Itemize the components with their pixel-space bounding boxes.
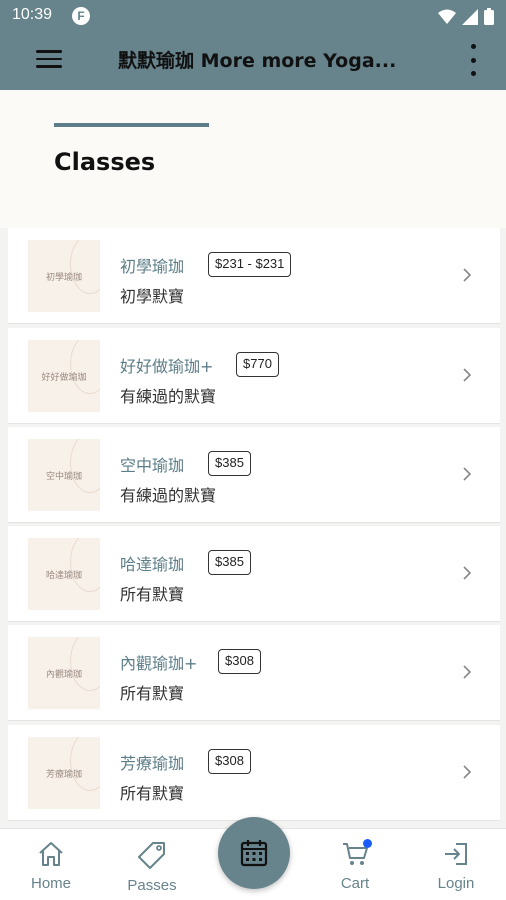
- thumbnail-label: 空中瑜珈: [45, 472, 82, 482]
- nav-cart-label: Cart: [340, 875, 370, 892]
- class-name: 好好做瑜珈+: [120, 357, 214, 376]
- price-badge: $770: [236, 352, 279, 377]
- class-thumbnail: 內觀瑜珈: [28, 637, 100, 709]
- nav-cart[interactable]: Cart: [315, 839, 395, 892]
- class-list-item[interactable]: 空中瑜珈 空中瑜珈 $385 有練過的默寶: [8, 427, 500, 523]
- chevron-right-icon: [463, 566, 472, 580]
- login-icon: [445, 843, 467, 865]
- chevron-right-icon: [463, 268, 472, 282]
- class-list-item[interactable]: 內觀瑜珈 內觀瑜珈+ $308 所有默寶: [8, 625, 500, 721]
- class-thumbnail: 芳療瑜珈: [28, 737, 100, 809]
- chevron-right-icon: [463, 765, 472, 779]
- class-thumbnail: 哈達瑜珈: [28, 538, 100, 610]
- nav-passes[interactable]: Passes: [112, 841, 192, 894]
- battery-icon: [484, 8, 494, 25]
- notification-app-icon: F: [72, 7, 90, 25]
- class-audience: 所有默寶: [120, 684, 185, 703]
- hamburger-icon[interactable]: [36, 46, 62, 72]
- class-audience: 初學默寶: [120, 287, 185, 306]
- chevron-right-icon: [463, 368, 472, 382]
- class-list-item[interactable]: 初學瑜珈 初學瑜珈 $231 - $231 初學默寶: [8, 228, 500, 324]
- class-list-item[interactable]: 哈達瑜珈 哈達瑜珈 $385 所有默寶: [8, 526, 500, 622]
- more-vertical-icon[interactable]: [468, 44, 478, 76]
- price-badge: $231 - $231: [208, 252, 292, 277]
- nav-passes-label: Passes: [127, 877, 177, 894]
- price-badge: $385: [208, 451, 251, 476]
- cart-badge-dot: [363, 839, 372, 848]
- class-list-item[interactable]: 芳療瑜珈 芳療瑜珈 $308 所有默寶: [8, 725, 500, 821]
- thumbnail-label: 好好做瑜珈: [41, 373, 87, 383]
- wifi-icon: [438, 9, 456, 24]
- status-icons: [438, 8, 494, 25]
- nav-login[interactable]: Login: [416, 841, 496, 892]
- calendar-icon: [240, 840, 268, 867]
- class-name: 哈達瑜珈: [120, 555, 185, 574]
- class-thumbnail: 初學瑜珈: [28, 240, 100, 312]
- page-header: Classes: [0, 90, 506, 228]
- class-audience: 所有默寶: [120, 585, 185, 604]
- price-badge: $308: [218, 649, 261, 674]
- class-audience: 有練過的默寶: [120, 486, 217, 505]
- class-name: 初學瑜珈: [120, 257, 185, 276]
- chevron-right-icon: [463, 665, 472, 679]
- price-badge: $385: [208, 550, 251, 575]
- status-bar: 10:39 F: [0, 0, 506, 32]
- nav-home[interactable]: Home: [11, 841, 91, 892]
- home-icon: [39, 842, 63, 866]
- class-thumbnail: 好好做瑜珈: [28, 340, 100, 412]
- class-thumbnail: 空中瑜珈: [28, 439, 100, 511]
- class-audience: 有練過的默寶: [120, 387, 217, 406]
- thumbnail-label: 芳療瑜珈: [45, 770, 82, 780]
- thumbnail-label: 初學瑜珈: [45, 273, 82, 283]
- app-bar: 默默瑜珈 More more Yoga...: [0, 32, 506, 90]
- thumbnail-label: 內觀瑜珈: [45, 670, 82, 680]
- thumbnail-label: 哈達瑜珈: [45, 571, 82, 581]
- signal-icon: [462, 8, 478, 25]
- app-title: 默默瑜珈 More more Yoga...: [118, 50, 397, 72]
- class-name: 芳療瑜珈: [120, 754, 185, 773]
- class-name: 空中瑜珈: [120, 456, 185, 475]
- class-name: 內觀瑜珈+: [120, 654, 198, 673]
- status-time: 10:39: [12, 6, 53, 23]
- schedule-fab-button[interactable]: [218, 817, 290, 889]
- class-audience: 所有默寶: [120, 784, 185, 803]
- price-badge: $308: [208, 749, 251, 774]
- class-list-item[interactable]: 好好做瑜珈 好好做瑜珈+ $770 有練過的默寶: [8, 328, 500, 424]
- tag-icon: [138, 842, 165, 869]
- nav-login-label: Login: [437, 875, 475, 892]
- title-accent-bar: [54, 123, 209, 127]
- class-list: 初學瑜珈 初學瑜珈 $231 - $231 初學默寶 好好做瑜珈 好好做瑜珈+ …: [0, 228, 506, 828]
- chevron-right-icon: [463, 467, 472, 481]
- page-title: Classes: [54, 148, 156, 176]
- nav-home-label: Home: [30, 875, 71, 892]
